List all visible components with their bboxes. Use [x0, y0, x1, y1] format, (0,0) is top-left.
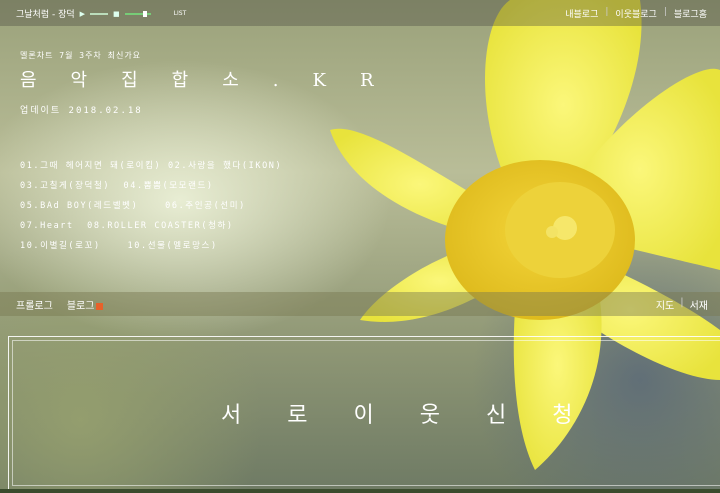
profile-panel: 서로이웃신청: [8, 336, 720, 490]
update-date: 업데이트 2018.02.18: [20, 106, 143, 116]
seek-bar[interactable]: [90, 12, 109, 15]
prologue-tab[interactable]: 프롤로그: [16, 297, 53, 312]
blog-tab-label: 블로그: [66, 301, 95, 312]
blog-nav-left: 프롤로그 블로그: [16, 297, 104, 312]
top-links: 내블로그 | 이웃블로그 | 블로그홈: [558, 7, 714, 20]
add-neighbor-button[interactable]: 서로이웃신청: [221, 397, 618, 429]
blog-header: 멜론차트 7월 3주차 최신가요 음악집합소.KR 업데이트 2018.02.1…: [20, 50, 408, 116]
play-icon[interactable]: ▶: [80, 10, 85, 18]
chart-line: 03.고칠게(장덕철) 04.뿜뿜(모모랜드): [20, 181, 214, 191]
rss-icon: [96, 302, 104, 310]
bottom-strip: [0, 489, 720, 493]
library-tab[interactable]: 서재: [684, 297, 714, 312]
volume-handle[interactable]: [142, 10, 147, 17]
blog-title[interactable]: 음악집합소.KR: [20, 66, 408, 92]
stop-icon[interactable]: ■: [113, 10, 120, 18]
blog-nav-bar: 프롤로그 블로그 지도 | 서재: [0, 292, 720, 316]
header-eyebrow: 멜론차트 7월 3주차 최신가요: [20, 51, 142, 60]
music-player: 그날처럼 - 장덕 ▶ ■ LIST: [16, 7, 187, 21]
chart-line: 01.그때 헤어지면 돼(로이킴) 02.사랑을 했다(IKON): [20, 161, 283, 171]
volume-slider[interactable]: [124, 10, 151, 17]
chart-line: 10.이별길(로꼬) 10.선물(멜로망스): [20, 241, 218, 251]
blog-tab[interactable]: 블로그: [67, 297, 104, 312]
my-blog-link[interactable]: 내블로그: [558, 7, 605, 20]
neighbor-blog-link[interactable]: 이웃블로그: [608, 7, 663, 20]
chart-line: 07.Heart 08.ROLLER COASTER(청하): [20, 221, 234, 231]
chart-line: 05.BAd BOY(레드벨벳) 06.주인공(선미): [20, 201, 246, 211]
blog-home-link[interactable]: 블로그홈: [667, 7, 714, 20]
top-bar: 그날처럼 - 장덕 ▶ ■ LIST 내블로그 | 이웃블로그 | 블로그홈: [0, 0, 720, 26]
playlist-button[interactable]: LIST: [174, 10, 187, 17]
map-tab[interactable]: 지도: [650, 297, 680, 312]
chart-list: 01.그때 헤어지면 돼(로이킴) 02.사랑을 했다(IKON) 03.고칠게…: [20, 156, 282, 256]
now-playing-title: 그날처럼 - 장덕: [16, 10, 75, 20]
blog-nav-right: 지도 | 서재: [650, 297, 714, 312]
